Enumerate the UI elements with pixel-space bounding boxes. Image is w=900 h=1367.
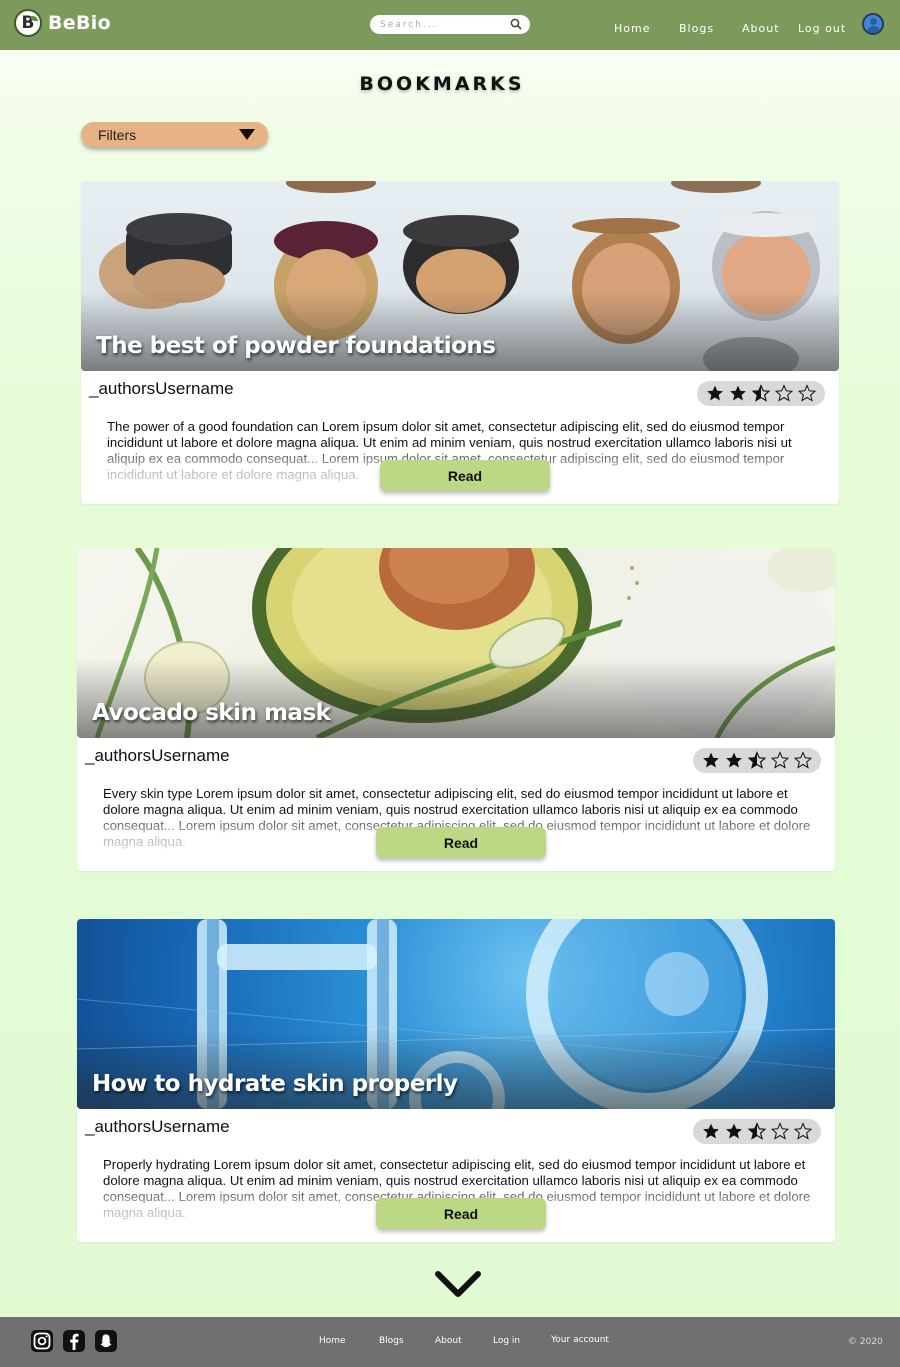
nav-home-link[interactable]: Home <box>614 22 650 35</box>
nav-logout-link[interactable]: Log out <box>798 22 846 35</box>
read-button[interactable]: Read <box>376 1198 546 1229</box>
snapchat-icon[interactable] <box>95 1330 117 1352</box>
logo-icon: B <box>14 9 42 37</box>
star-half-icon <box>747 751 767 769</box>
star-full-icon <box>726 752 742 768</box>
author-username[interactable]: _authorsUsername <box>85 746 230 766</box>
star-rating[interactable] <box>697 381 825 406</box>
bookmark-card: Avocado skin mask _authorsUsername Every… <box>77 548 835 871</box>
footer: Home Blogs About Log in Your account © 2… <box>0 1317 900 1367</box>
author-username[interactable]: _authorsUsername <box>85 1117 230 1137</box>
star-full-icon <box>707 385 723 401</box>
nav-about-link[interactable]: About <box>742 22 780 35</box>
star-empty-icon <box>774 384 794 402</box>
card-image-avocado-mask[interactable]: Avocado skin mask <box>77 548 835 738</box>
chevron-down-icon[interactable] <box>434 1268 482 1300</box>
footer-about-link[interactable]: About <box>435 1336 462 1346</box>
star-half-icon <box>751 384 771 402</box>
card-title[interactable]: The best of powder foundations <box>96 333 496 359</box>
star-empty-icon <box>793 1122 813 1140</box>
brand-name: BeBio <box>48 12 111 34</box>
user-avatar-icon[interactable] <box>862 13 884 35</box>
top-navbar: B BeBio Home Blogs About Log out <box>0 0 900 50</box>
star-full-icon <box>703 1123 719 1139</box>
nav-blogs-link[interactable]: Blogs <box>679 22 714 35</box>
star-empty-icon <box>770 1122 790 1140</box>
footer-blogs-link[interactable]: Blogs <box>379 1336 404 1346</box>
card-image-powder-foundations[interactable]: The best of powder foundations <box>81 181 839 371</box>
star-rating[interactable] <box>693 748 821 773</box>
star-full-icon <box>703 752 719 768</box>
star-full-icon <box>726 1123 742 1139</box>
search-icon[interactable] <box>510 18 522 30</box>
footer-home-link[interactable]: Home <box>319 1336 346 1346</box>
page-title: BOOKMARKS <box>359 73 525 95</box>
star-half-icon <box>747 1122 767 1140</box>
star-empty-icon <box>797 384 817 402</box>
card-image-hydrate-skin[interactable]: How to hydrate skin properly <box>77 919 835 1109</box>
brand-logo[interactable]: B BeBio <box>14 9 111 37</box>
copyright-text: © 2020 <box>848 1337 883 1347</box>
dropdown-arrow-icon <box>239 129 255 140</box>
search-bar <box>370 15 530 34</box>
bookmark-card: How to hydrate skin properly _authorsUse… <box>77 919 835 1242</box>
card-title[interactable]: How to hydrate skin properly <box>92 1071 458 1097</box>
star-empty-icon <box>793 751 813 769</box>
read-button[interactable]: Read <box>380 460 550 491</box>
filters-label: Filters <box>98 126 137 143</box>
star-full-icon <box>730 385 746 401</box>
bookmark-card: The best of powder foundations _authorsU… <box>81 181 839 504</box>
footer-account-link[interactable]: Your account <box>551 1335 609 1345</box>
read-button[interactable]: Read <box>376 827 546 858</box>
footer-login-link[interactable]: Log in <box>493 1336 520 1346</box>
star-empty-icon <box>770 751 790 769</box>
star-rating[interactable] <box>693 1119 821 1144</box>
instagram-icon[interactable] <box>31 1330 53 1352</box>
author-username[interactable]: _authorsUsername <box>89 379 234 399</box>
facebook-icon[interactable] <box>63 1330 85 1352</box>
filters-dropdown[interactable]: Filters <box>81 122 268 147</box>
search-input[interactable] <box>380 19 510 30</box>
card-title[interactable]: Avocado skin mask <box>92 700 331 726</box>
